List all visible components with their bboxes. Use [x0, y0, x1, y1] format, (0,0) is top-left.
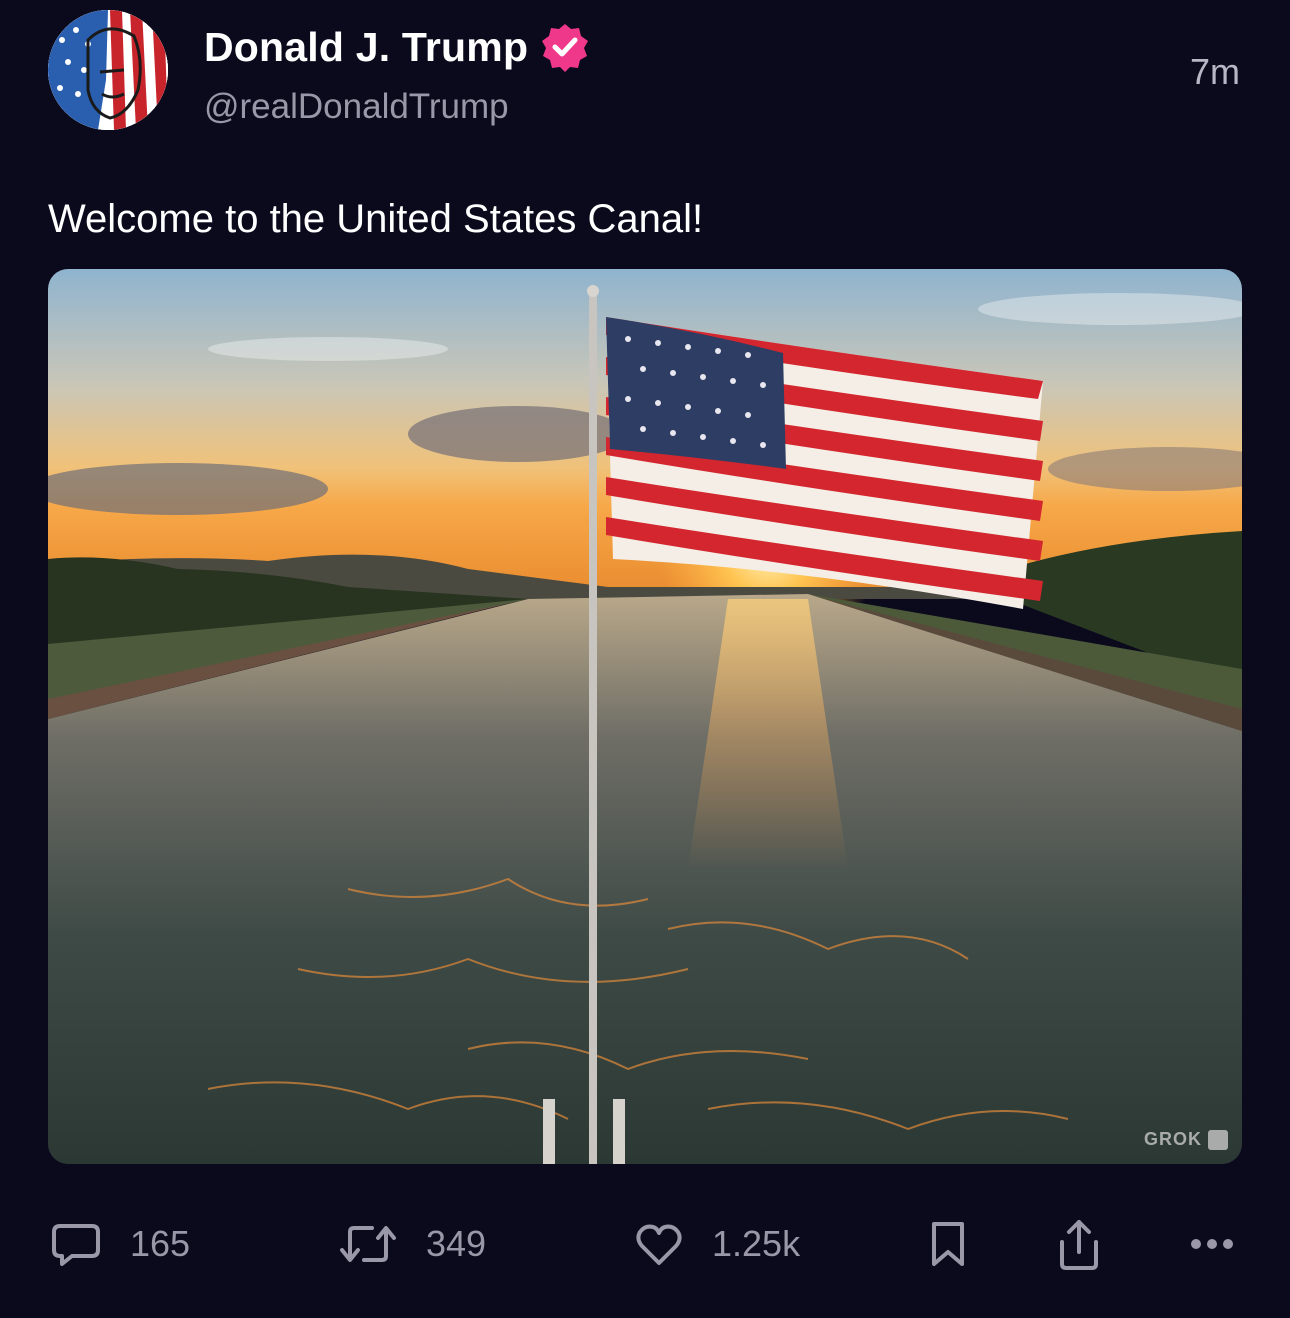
like-count: 1.25k [712, 1223, 801, 1264]
heart-icon [636, 1224, 682, 1265]
bookmark-icon [932, 1222, 964, 1266]
watermark-text: GROK [1144, 1129, 1202, 1149]
author-name[interactable]: Donald J. Trump [204, 22, 590, 72]
post-text: Welcome to the United States Canal! [48, 197, 704, 241]
verified-badge-icon [540, 22, 590, 72]
watermark-box-icon [1208, 1129, 1228, 1150]
avatar-image [48, 10, 168, 130]
post-timestamp[interactable]: 7m [1190, 50, 1240, 94]
canal-flag-photo [48, 269, 1242, 1164]
author-handle[interactable]: @realDonaldTrump [204, 84, 509, 130]
bookmark-button[interactable] [926, 1212, 970, 1276]
share-button[interactable] [1054, 1212, 1104, 1276]
speech-bubble-icon [52, 1224, 100, 1266]
author-name-text: Donald J. Trump [204, 24, 529, 70]
repost-arrows-icon [340, 1226, 396, 1262]
repost-count: 349 [426, 1223, 487, 1264]
like-button[interactable]: 1.25k [634, 1212, 800, 1276]
share-upload-icon [1060, 1220, 1098, 1270]
more-dots-icon [1191, 1239, 1233, 1249]
reply-count: 165 [130, 1223, 191, 1264]
more-options-button[interactable] [1188, 1212, 1236, 1276]
grok-watermark: GROK [1144, 1129, 1228, 1150]
post-image[interactable]: GROK [48, 269, 1242, 1164]
action-bar: 165 349 1.25k [0, 1212, 1290, 1276]
repost-button[interactable]: 349 [338, 1212, 486, 1276]
reply-button[interactable]: 165 [50, 1212, 190, 1276]
avatar[interactable] [48, 10, 168, 130]
post-card[interactable]: Donald J. Trump @realDonaldTrump 7m Welc… [0, 0, 1290, 1318]
